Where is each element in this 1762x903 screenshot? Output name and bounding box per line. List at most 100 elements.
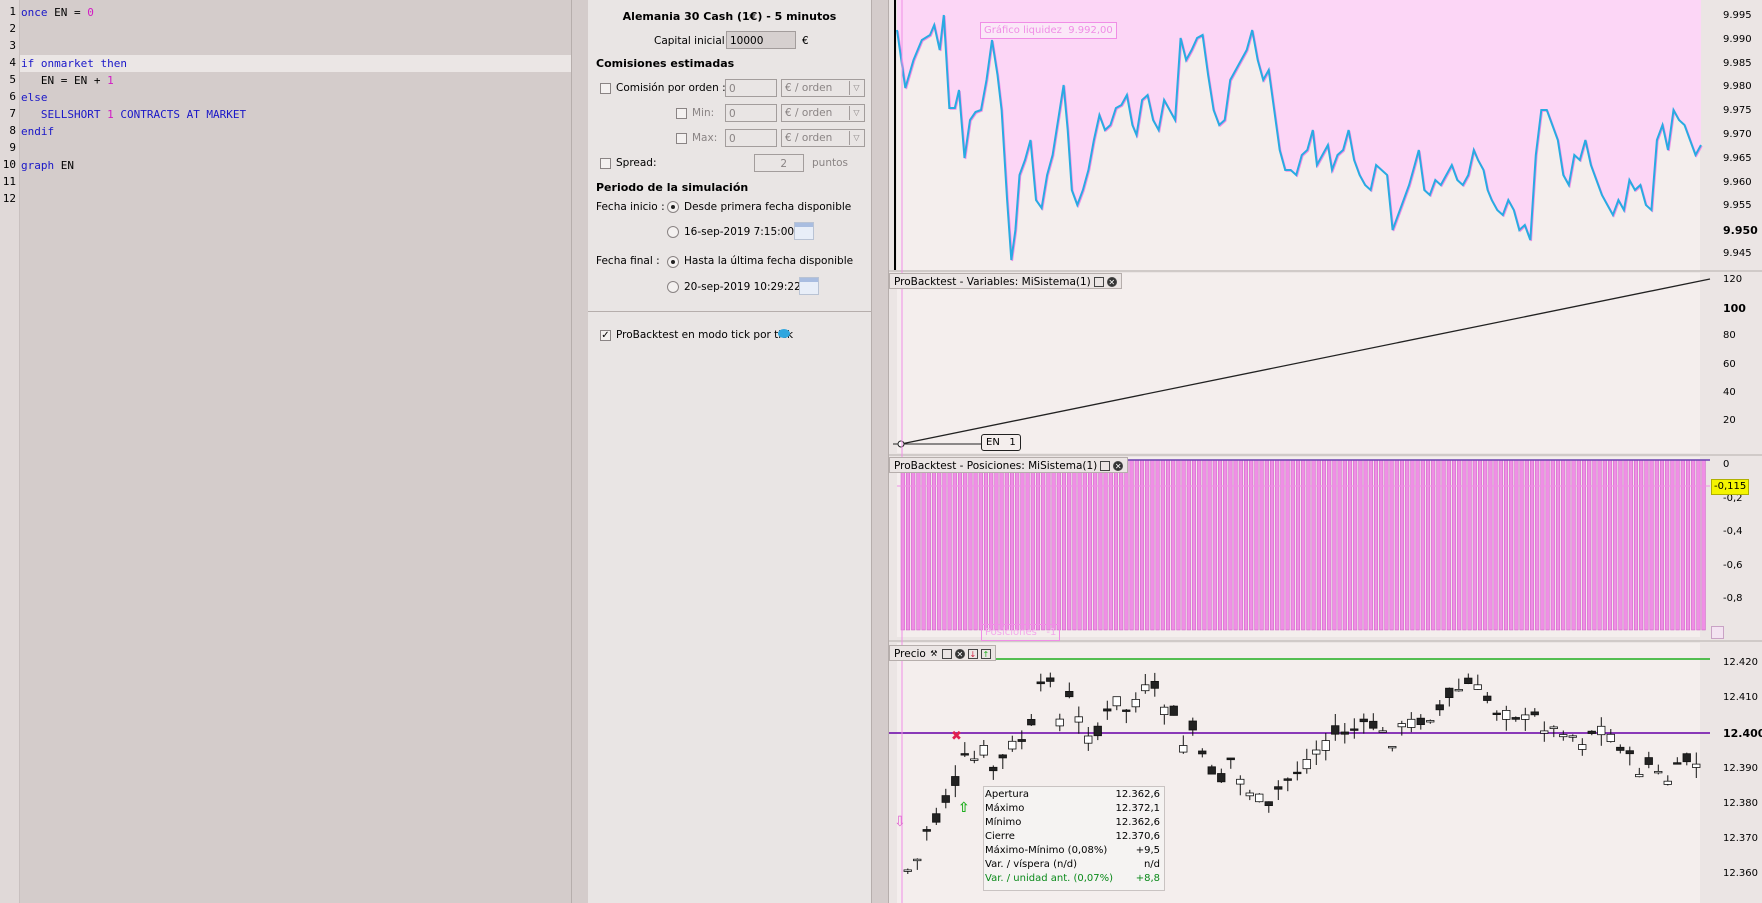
max-unit-value: € / orden bbox=[785, 132, 833, 144]
candle-body bbox=[1065, 691, 1074, 698]
tooltip-key: Apertura bbox=[985, 789, 1029, 800]
equity-legend: Gráfico liquidez 9.992,00 bbox=[980, 22, 1117, 39]
pane-resize-icon[interactable] bbox=[1711, 626, 1724, 639]
line-number: 7 bbox=[9, 107, 16, 120]
candle-body bbox=[1416, 717, 1425, 726]
code-editor[interactable]: 1 2 3 4 5 6 7 8 9 10 11 12 once EN = 0 if onmarket t… bbox=[0, 0, 571, 903]
spread-checkbox[interactable] bbox=[600, 158, 611, 169]
line-number: 11 bbox=[2, 175, 16, 188]
candle-body bbox=[1502, 710, 1511, 720]
candle-body bbox=[1160, 706, 1169, 716]
calendar-icon[interactable] bbox=[794, 222, 814, 240]
candle-body bbox=[998, 754, 1007, 759]
code-token: if onmarket then bbox=[21, 57, 127, 70]
price-pane-header[interactable]: Precio ⚒ ✕ ↓ ↑ bbox=[889, 645, 996, 661]
candle-body bbox=[1568, 735, 1577, 738]
line-number: 6 bbox=[9, 90, 16, 103]
capital-input[interactable]: 10000 bbox=[726, 31, 796, 49]
code-line[interactable]: endif bbox=[21, 123, 54, 140]
code-line[interactable]: else bbox=[21, 89, 48, 106]
code-line[interactable]: EN = EN + 1 bbox=[21, 72, 114, 89]
tooltip-value: 12.362,6 bbox=[1115, 817, 1160, 828]
tick-mode-checkbox[interactable]: ✓ bbox=[600, 330, 611, 341]
tooltip-value: +8,8 bbox=[1135, 873, 1160, 884]
candle-body bbox=[1169, 705, 1178, 716]
axis-tick-label: 60 bbox=[1723, 358, 1736, 370]
candle-body bbox=[1321, 740, 1330, 751]
tooltip-key: Máximo-Mínimo (0,08%) bbox=[985, 845, 1108, 856]
axis-tick-label: 40 bbox=[1723, 386, 1736, 398]
max-unit-select[interactable]: € / orden ▽ bbox=[781, 129, 865, 147]
axis-tick-label: 9.995 bbox=[1723, 10, 1752, 21]
info-bubble-icon[interactable] bbox=[778, 329, 790, 338]
maximize-icon[interactable] bbox=[1100, 461, 1111, 471]
candle-body bbox=[1654, 771, 1663, 774]
charts-canvas[interactable]: ⇩ ⇧ ✖ bbox=[889, 0, 1762, 903]
axis-tick-label: -0,4 bbox=[1723, 526, 1743, 537]
candle-body bbox=[1511, 717, 1520, 720]
commission-order-input[interactable]: 0 bbox=[725, 79, 777, 97]
candle-body bbox=[1141, 684, 1150, 692]
tooltip-key: Cierre bbox=[985, 831, 1015, 842]
candle-body bbox=[1673, 762, 1682, 765]
code-line[interactable]: if onmarket then bbox=[21, 55, 127, 72]
candle-body bbox=[1131, 699, 1140, 708]
tooltip-value: +9,5 bbox=[1135, 845, 1160, 856]
axis-tick-label: 12.360 bbox=[1723, 868, 1758, 880]
candle-body bbox=[1359, 718, 1368, 723]
candle-body bbox=[1521, 714, 1530, 720]
start-custom-date-radio[interactable] bbox=[667, 226, 679, 238]
sell-order-icon[interactable]: ↓ bbox=[967, 649, 978, 659]
capital-currency: € bbox=[802, 35, 809, 47]
positions-current-badge: -0,115 bbox=[1711, 479, 1750, 495]
commission-order-unit-select[interactable]: € / orden ▽ bbox=[781, 79, 865, 97]
max-input[interactable]: 0 bbox=[725, 129, 777, 147]
start-first-available-radio[interactable] bbox=[667, 201, 679, 213]
end-custom-date-value: 20-sep-2019 10:29:22 bbox=[684, 281, 801, 293]
candle-body bbox=[1559, 734, 1568, 738]
code-line[interactable]: SELLSHORT 1 CONTRACTS AT MARKET bbox=[21, 106, 246, 123]
variables-pane-header[interactable]: ProBacktest - Variables: MiSistema(1) ✕ bbox=[889, 273, 1122, 289]
maximize-icon[interactable] bbox=[1093, 277, 1104, 287]
spread-unit: puntos bbox=[812, 157, 848, 169]
line-number: 9 bbox=[9, 141, 16, 154]
line-number: 5 bbox=[9, 73, 16, 86]
candle-body bbox=[1274, 786, 1283, 790]
max-checkbox[interactable] bbox=[676, 133, 687, 144]
wrench-icon[interactable]: ⚒ bbox=[929, 649, 939, 659]
code-line[interactable]: graph EN bbox=[21, 157, 74, 174]
close-icon[interactable]: ✕ bbox=[954, 649, 965, 659]
line-number: 3 bbox=[9, 39, 16, 52]
backtest-settings-panel: Alemania 30 Cash (1€) - 5 minutos Capita… bbox=[588, 0, 872, 903]
candle-body bbox=[1226, 757, 1235, 761]
spread-stepper[interactable]: 2 bbox=[754, 154, 804, 172]
axis-tick-label: 0 bbox=[1723, 459, 1730, 470]
calendar-icon[interactable] bbox=[799, 277, 819, 295]
charts-area[interactable]: ⇩ ⇧ ✖ Gráfico liquidez 9.992,00 ProBackt… bbox=[889, 0, 1762, 903]
start-first-available-label: Desde primera fecha disponible bbox=[684, 201, 852, 213]
candle-body bbox=[979, 745, 988, 756]
min-checkbox[interactable] bbox=[676, 108, 687, 119]
buy-order-icon[interactable]: ↑ bbox=[980, 649, 991, 659]
candle-body bbox=[1084, 735, 1093, 744]
variables-pane-title: ProBacktest - Variables: MiSistema(1) bbox=[894, 276, 1091, 288]
close-icon[interactable]: ✕ bbox=[1106, 277, 1117, 287]
positions-pane-header[interactable]: ProBacktest - Posiciones: MiSistema(1) ✕ bbox=[889, 457, 1129, 473]
candle-body bbox=[1340, 731, 1349, 735]
splitter-left[interactable] bbox=[571, 0, 589, 903]
candle-body bbox=[960, 753, 969, 756]
code-line[interactable]: once EN = 0 bbox=[21, 4, 94, 21]
end-custom-date-radio[interactable] bbox=[667, 281, 679, 293]
min-unit-select[interactable]: € / orden ▽ bbox=[781, 104, 865, 122]
maximize-icon[interactable] bbox=[941, 649, 952, 659]
splitter-right[interactable] bbox=[872, 0, 889, 903]
tooltip-value: n/d bbox=[1143, 859, 1160, 870]
min-input[interactable]: 0 bbox=[725, 104, 777, 122]
close-icon[interactable]: ✕ bbox=[1113, 461, 1124, 471]
end-last-available-radio[interactable] bbox=[667, 256, 679, 268]
candle-body bbox=[1445, 687, 1454, 699]
equity-legend-label: Gráfico liquidez bbox=[984, 25, 1062, 36]
commission-order-checkbox[interactable] bbox=[600, 83, 611, 94]
candle-body bbox=[1606, 733, 1615, 742]
axis-tick-label: 12.370 bbox=[1723, 833, 1758, 844]
